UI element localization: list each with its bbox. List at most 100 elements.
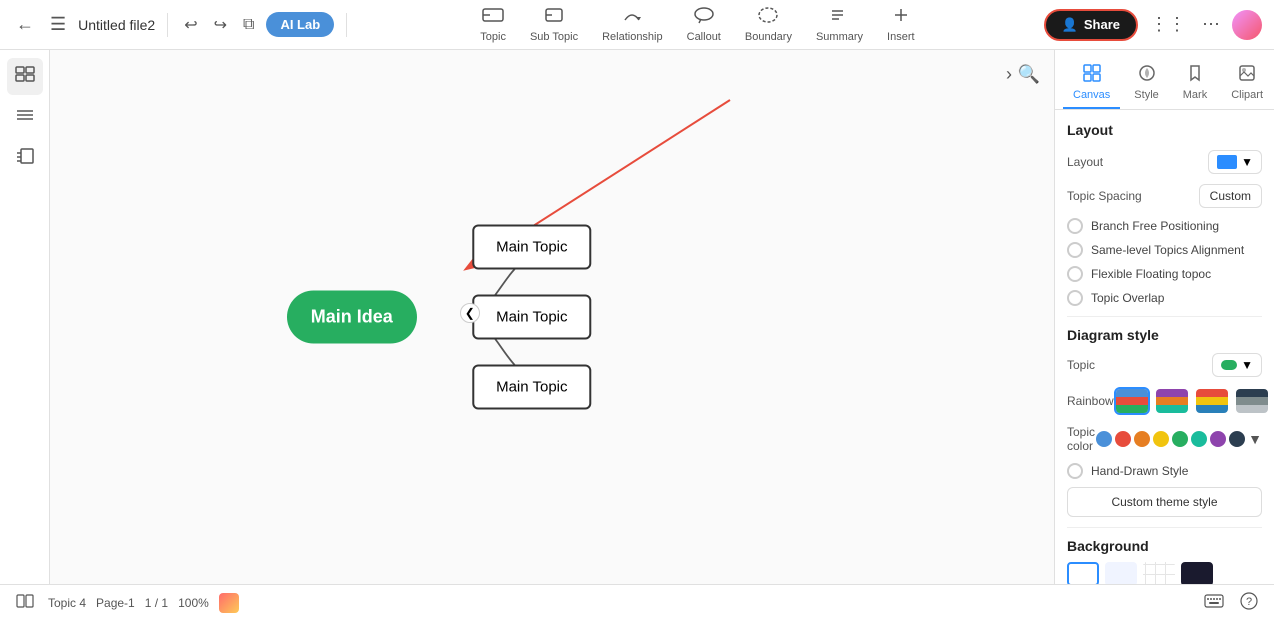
outline-mode-button[interactable] [7,140,43,177]
overlap-label: Topic Overlap [1091,291,1164,305]
color-dot-5[interactable] [1172,431,1188,447]
same-level-row: Same-level Topics Alignment [1067,242,1262,258]
boundary-icon [757,6,779,29]
tool-relationship-label: Relationship [602,31,663,43]
tab-mark[interactable]: Mark [1173,58,1217,109]
back-button[interactable]: ← [12,10,38,39]
zoom-level: 100% [178,596,209,610]
custom-badge[interactable]: Custom [1199,184,1262,208]
rainbow-opt-2[interactable] [1154,387,1190,415]
layout-prop-row: Layout ▼ [1067,150,1262,174]
main-idea-node[interactable]: Main Idea [287,291,417,344]
rainbow-row: Rainbow [1067,387,1262,415]
topic-style-dropdown[interactable]: ▼ [1212,353,1262,377]
color-dot-2[interactable] [1115,431,1131,447]
more-button[interactable]: ⋯ [1198,10,1224,39]
hand-drawn-label: Hand-Drawn Style [1091,464,1188,478]
bg-opt-dark[interactable] [1181,562,1213,584]
right-panel: Canvas Style Mark Clipart [1054,50,1274,584]
layout-dropdown-arrow: ▼ [1241,155,1253,169]
tool-insert[interactable]: Insert [877,2,925,47]
menu-button[interactable]: ☰ [46,10,70,39]
left-sidebar [0,50,50,584]
tool-topic-label: Topic [480,31,506,43]
toolbar-left: ← ☰ Untitled file2 ↩ ↪ ⧉ AI Lab [12,10,334,39]
bg-opt-light[interactable] [1105,562,1137,584]
overlap-checkbox[interactable] [1067,290,1083,306]
branch-free-row: Branch Free Positioning [1067,218,1262,234]
color-dot-4[interactable] [1153,431,1169,447]
topic-node-2[interactable]: Main Topic [472,295,591,340]
keyboard-button[interactable] [1200,590,1228,615]
hand-drawn-row: Hand-Drawn Style [1067,463,1262,479]
color-dot-8[interactable] [1229,431,1245,447]
insert-icon [890,6,912,29]
topic-node-1[interactable]: Main Topic [472,225,591,270]
diagram-style-title: Diagram style [1067,327,1262,343]
bottom-right: ? [1200,588,1262,617]
canvas-tab-icon [1083,64,1101,87]
grid-button[interactable]: ⋮⋮ [1146,10,1190,39]
list-mode-button[interactable] [7,99,43,136]
color-more-arrow[interactable]: ▼ [1248,431,1262,447]
color-row: ▼ [1096,431,1262,447]
topic-1-label: Main Topic [496,239,567,256]
tool-subtopic[interactable]: Sub Topic [520,2,588,47]
avatar[interactable] [1232,10,1262,40]
canvas-search-button[interactable]: 🔍 [1012,58,1046,91]
style-dot [1221,360,1237,370]
color-dot-6[interactable] [1191,431,1207,447]
tool-boundary[interactable]: Boundary [735,2,802,47]
layout-label: Layout [1067,155,1103,169]
style-tab-label: Style [1134,89,1158,101]
help-button[interactable]: ? [1236,588,1262,617]
same-level-checkbox[interactable] [1067,242,1083,258]
clipart-tab-label: Clipart [1231,89,1263,101]
rainbow-opt-4[interactable] [1234,387,1270,415]
brand-logo-container [219,593,239,613]
topic-node-3[interactable]: Main Topic [472,365,591,410]
main-idea-label: Main Idea [311,307,393,327]
tab-clipart[interactable]: Clipart [1221,58,1273,109]
undo-button[interactable]: ↩ [180,11,201,39]
tool-boundary-label: Boundary [745,31,792,43]
page-nav: 1 / 1 [145,596,168,610]
color-dot-7[interactable] [1210,431,1226,447]
tab-canvas[interactable]: Canvas [1063,58,1120,109]
tab-style[interactable]: Style [1124,58,1168,109]
rainbow-label: Rainbow [1067,394,1114,408]
pages-button[interactable] [12,590,38,615]
same-level-label: Same-level Topics Alignment [1091,243,1244,257]
rainbow-opt-1[interactable] [1114,387,1150,415]
custom-theme-button[interactable]: Custom theme style [1067,487,1262,517]
redo-button[interactable]: ↪ [210,11,231,39]
layout-dropdown[interactable]: ▼ [1208,150,1262,174]
style-dropdown-arrow: ▼ [1241,358,1253,372]
toolbar-right: 👤 Share ⋮⋮ ⋯ [1044,9,1262,41]
collapse-button[interactable]: ❮ [460,303,480,323]
view-mode-button[interactable] [7,58,43,95]
mark-tab-label: Mark [1183,89,1207,101]
bg-opt-white[interactable] [1067,562,1099,584]
bg-opt-grid[interactable] [1143,562,1175,584]
topic-style-label: Topic [1067,358,1095,372]
ai-lab-button[interactable]: AI Lab [266,12,334,37]
share-button[interactable]: 👤 Share [1044,9,1138,41]
tool-relationship[interactable]: Relationship [592,2,673,47]
branch-free-label: Branch Free Positioning [1091,219,1219,233]
background-options [1067,562,1262,584]
topic-3-label: Main Topic [496,379,567,396]
tool-summary[interactable]: Summary [806,2,873,47]
branch-free-checkbox[interactable] [1067,218,1083,234]
canvas-area[interactable]: Main Idea Main Topic Main Topic Main Top… [50,50,1054,584]
color-dot-3[interactable] [1134,431,1150,447]
tool-topic[interactable]: Topic [470,2,516,47]
clone-button[interactable]: ⧉ [239,12,258,38]
divider-1 [1067,316,1262,317]
tool-callout[interactable]: Callout [677,2,731,47]
color-dot-1[interactable] [1096,431,1112,447]
tool-summary-label: Summary [816,31,863,43]
rainbow-opt-3[interactable] [1194,387,1230,415]
flexible-checkbox[interactable] [1067,266,1083,282]
hand-drawn-checkbox[interactable] [1067,463,1083,479]
